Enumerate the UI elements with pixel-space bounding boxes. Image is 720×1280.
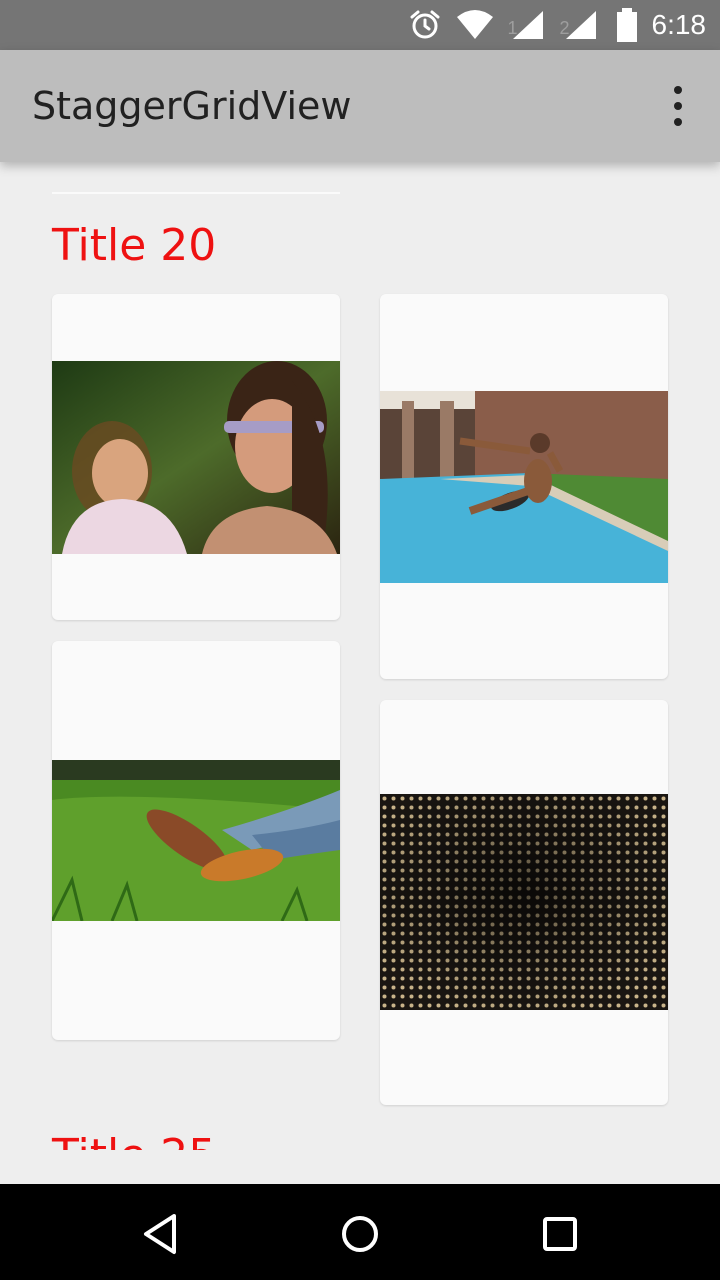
recents-icon[interactable] [532, 1206, 588, 1262]
card-photo [52, 760, 340, 921]
card-photo [52, 361, 340, 554]
signal-icon [513, 11, 544, 39]
home-icon[interactable] [332, 1206, 388, 1262]
app-toolbar: StaggerGridView [0, 50, 720, 162]
grid-card-4[interactable] [380, 700, 668, 1105]
card-photo [380, 391, 668, 583]
navigation-bar [0, 1184, 720, 1280]
status-time: 6:18 [651, 9, 707, 40]
stagger-grid[interactable]: Title 20 [0, 162, 720, 1150]
status-bar: 1 2 6:18 [0, 0, 720, 50]
grid-card-1[interactable] [52, 294, 340, 620]
toolbar-title: StaggerGridView [32, 84, 352, 128]
grid-card-2[interactable] [380, 294, 668, 679]
grid-card-3[interactable] [52, 641, 340, 1040]
wifi-icon [457, 10, 494, 39]
more-vert-icon[interactable] [666, 86, 690, 126]
status-icons: 1 2 6:18 [409, 0, 706, 50]
alarm-icon [410, 10, 440, 39]
signal-icon [565, 11, 596, 39]
battery-icon [616, 8, 637, 42]
back-icon[interactable] [132, 1206, 188, 1262]
previous-card-edge [52, 192, 340, 194]
section-title: Title 20 [52, 220, 217, 271]
section-title: Title 25 [52, 1130, 216, 1150]
card-photo [380, 794, 668, 1010]
